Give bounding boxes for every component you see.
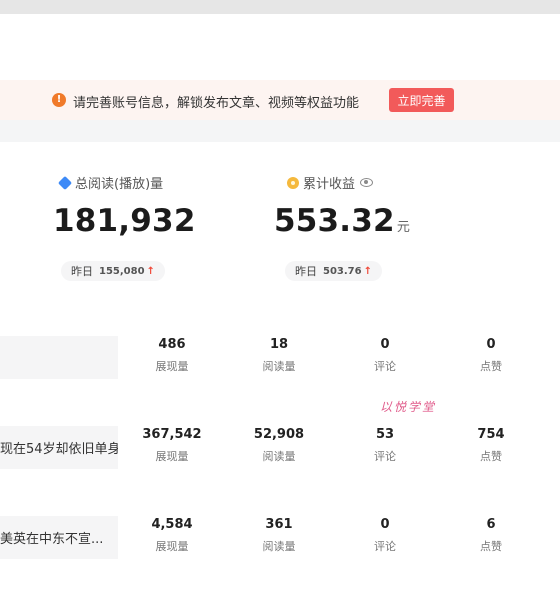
yesterday-label: 昨日 [295,265,317,278]
metric-label: 展现量 [155,540,189,553]
total-earnings-value-wrap: 553.32 元 [274,203,410,239]
notice-text: 请完善账号信息，解锁发布文章、视频等权益功能 [73,96,360,111]
reads-metric: 361 阅读量 [239,516,319,554]
coin-icon [287,176,299,189]
metric-label: 评论 [374,450,396,463]
total-earnings-value: 553.32 [274,203,395,239]
total-earnings-label-text: 累计收益 [303,177,356,192]
metric-label: 阅读量 [262,450,296,463]
total-earnings-yesterday: 昨日 503.76 ↑ [285,261,382,281]
arrow-up-icon: ↑ [363,265,372,277]
metric-value: 754 [477,427,505,442]
metric-value: 361 [265,517,293,532]
watermark: 以悦学堂 [380,400,437,414]
impressions-metric: 486 展现量 [132,336,212,374]
read-icon [57,175,73,190]
metric-label: 评论 [374,540,396,553]
top-strip [0,0,560,14]
metric-label: 展现量 [155,450,189,463]
impressions-metric: 367,542 展现量 [132,426,212,464]
article-title[interactable] [0,336,118,379]
total-reads-label: 总阅读(播放)量 [57,173,164,192]
arrow-up-icon: ↑ [146,265,155,277]
likes-metric: 0 点赞 [451,336,531,374]
total-reads-yesterday: 昨日 155,080 ↑ [61,261,165,281]
metric-value: 18 [269,337,289,352]
total-reads-label-text: 总阅读(播放)量 [75,177,164,192]
metric-label: 阅读量 [262,540,296,553]
reads-metric: 18 阅读量 [239,336,319,374]
complete-info-button[interactable]: 立即完善 [389,88,454,112]
metric-value: 52,908 [253,427,305,442]
comments-metric: 0 评论 [345,336,425,374]
alert-icon: ! [52,93,66,107]
metric-value: 486 [158,337,186,352]
comments-metric: 53 评论 [345,426,425,464]
metric-label: 点赞 [480,540,502,553]
article-title[interactable]: 现在54岁却依旧单身 [0,426,118,469]
eye-icon[interactable] [360,178,374,187]
metric-value: 367,542 [142,427,202,442]
total-reads-value: 181,932 [53,203,196,239]
header-area [0,14,560,80]
section-gap [0,120,560,142]
yesterday-label: 昨日 [71,265,93,278]
metric-value: 6 [486,517,496,532]
metric-label: 展现量 [155,360,189,373]
total-earnings-label: 累计收益 [287,173,374,192]
metric-value: 4,584 [151,517,193,532]
metric-value: 0 [380,337,390,352]
metric-value: 0 [380,517,390,532]
yesterday-reads-value: 155,080 [99,265,145,277]
metric-value: 53 [375,427,395,442]
likes-metric: 6 点赞 [451,516,531,554]
metric-value: 0 [486,337,496,352]
impressions-metric: 4,584 展现量 [132,516,212,554]
metric-label: 点赞 [480,360,502,373]
metric-label: 评论 [374,360,396,373]
metric-label: 阅读量 [262,360,296,373]
yesterday-earnings-value: 503.76 [323,265,362,277]
reads-metric: 52,908 阅读量 [239,426,319,464]
article-title[interactable]: 美英在中东不宣... [0,516,118,559]
comments-metric: 0 评论 [345,516,425,554]
currency-unit: 元 [396,220,411,235]
likes-metric: 754 点赞 [451,426,531,464]
metric-label: 点赞 [480,450,502,463]
